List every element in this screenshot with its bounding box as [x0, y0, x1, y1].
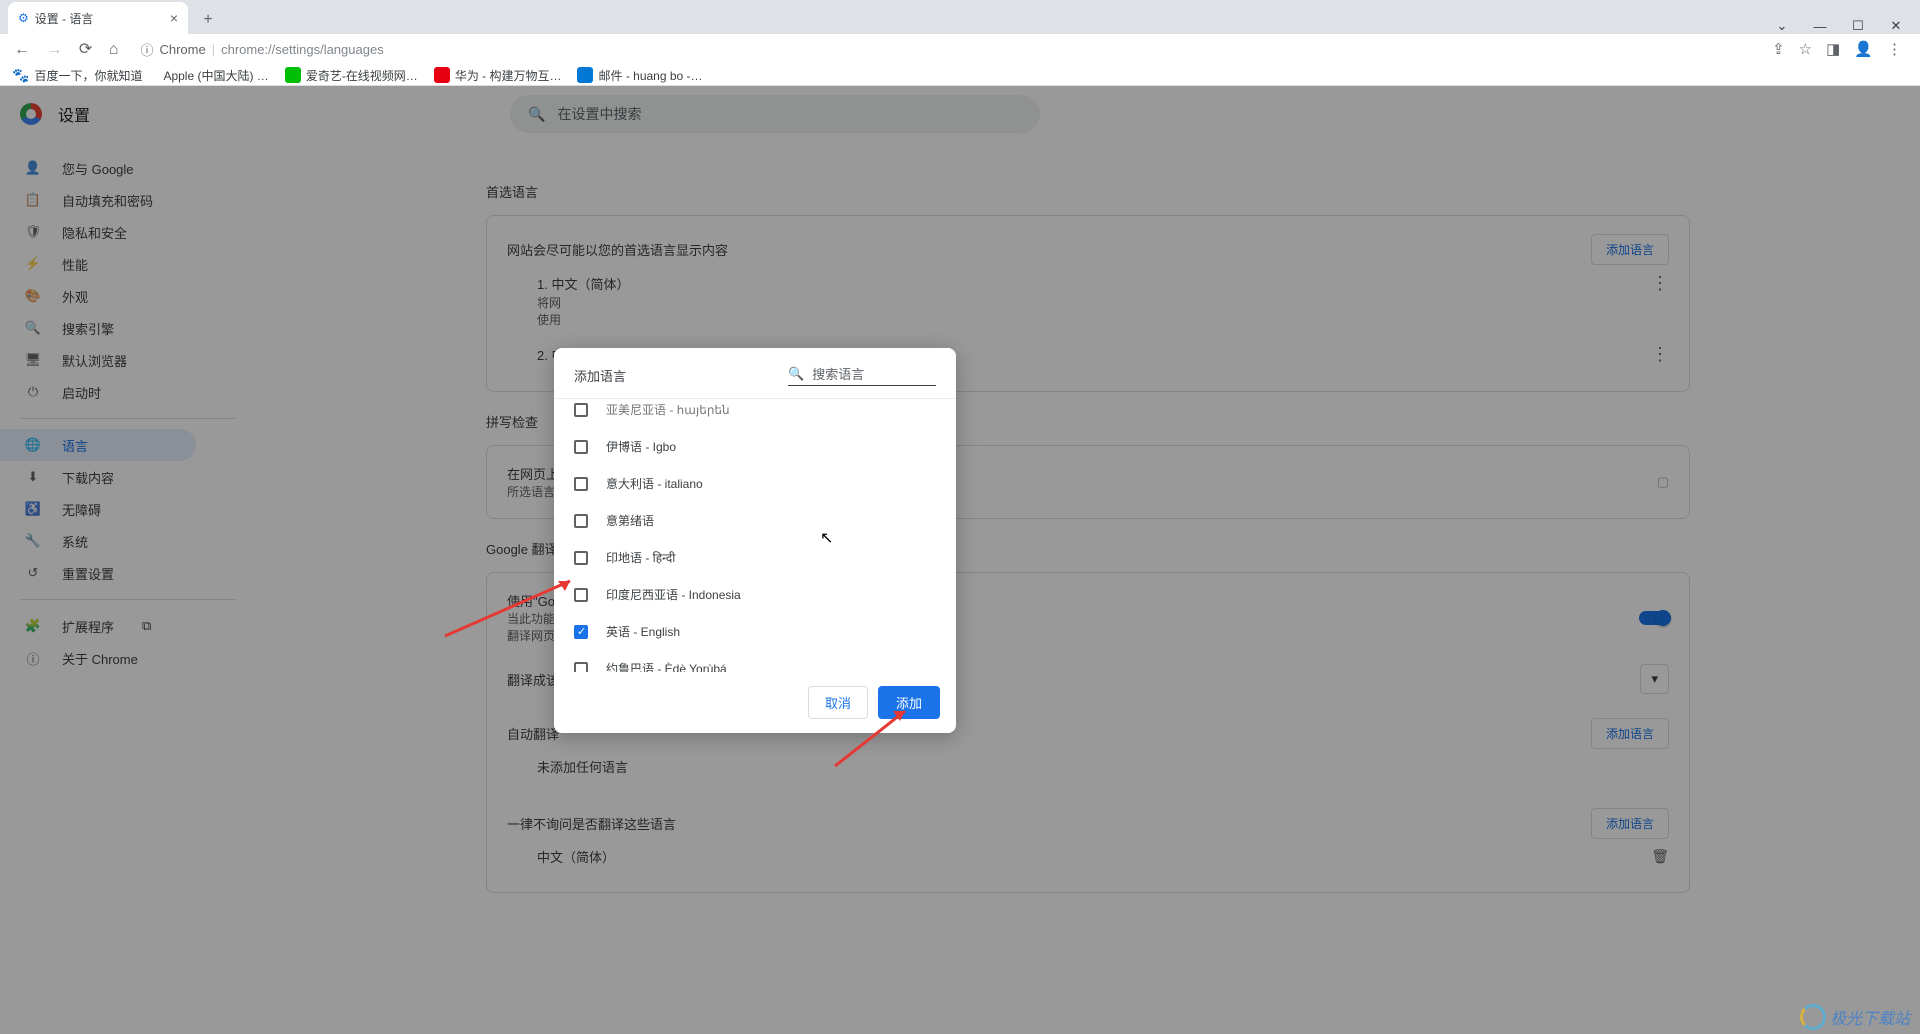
dropdown-icon[interactable]: ⌄: [1772, 18, 1792, 34]
watermark: 极光下载站: [1800, 1004, 1910, 1030]
browser-chrome: ⚙ 设置 - 语言 × + ⌄ — ☐ ✕ ← → ⟳ ⌂ ⓘ Chrome |…: [0, 0, 1920, 86]
checkbox[interactable]: [574, 514, 588, 528]
checkbox[interactable]: [574, 551, 588, 565]
checkbox[interactable]: [574, 477, 588, 491]
bookmarks-bar: 🐾百度一下，你就知道 Apple (中国大陆) … 爱奇艺-在线视频网… 华为 …: [0, 64, 1920, 86]
bookmark-star-icon[interactable]: ☆: [1799, 40, 1812, 58]
language-option-igbo[interactable]: 伊博语 - Igbo: [554, 428, 956, 465]
back-icon[interactable]: ←: [8, 41, 36, 58]
language-option-english[interactable]: 英语 - English: [554, 613, 956, 650]
address-bar[interactable]: ⓘ Chrome | chrome://settings/languages: [140, 40, 383, 59]
dialog-search-input[interactable]: 🔍 搜索语言: [788, 364, 936, 386]
url-scheme: Chrome: [159, 42, 205, 57]
dialog-header: 添加语言 🔍 搜索语言: [554, 348, 956, 398]
huawei-icon: [434, 67, 450, 83]
search-icon: 🔍: [788, 366, 804, 382]
share-icon[interactable]: ⇪: [1772, 40, 1785, 58]
dialog-footer: 取消 添加: [554, 672, 956, 733]
new-tab-button[interactable]: +: [194, 6, 222, 34]
home-icon[interactable]: ⌂: [103, 41, 125, 58]
profile-icon[interactable]: 👤: [1854, 40, 1873, 58]
close-window-icon[interactable]: ✕: [1886, 18, 1906, 34]
url-path: chrome://settings/languages: [221, 42, 384, 57]
checkbox[interactable]: [574, 588, 588, 602]
toolbar: ← → ⟳ ⌂ ⓘ Chrome | chrome://settings/lan…: [0, 34, 1920, 64]
reload-icon[interactable]: ⟳: [73, 41, 98, 58]
maximize-icon[interactable]: ☐: [1848, 18, 1868, 34]
checkbox-checked[interactable]: [574, 625, 588, 639]
checkbox[interactable]: [574, 662, 588, 673]
outlook-icon: [577, 67, 593, 83]
site-info-icon[interactable]: ⓘ: [140, 40, 153, 59]
modal-backdrop[interactable]: [0, 86, 1920, 1034]
bookmark-mail[interactable]: 邮件 - huang bo -…: [577, 67, 702, 84]
bookmark-apple[interactable]: Apple (中国大陆) …: [158, 67, 268, 84]
bookmark-iqiyi[interactable]: 爱奇艺-在线视频网…: [285, 67, 418, 84]
window-controls: ⌄ — ☐ ✕: [1772, 18, 1920, 34]
side-panel-icon[interactable]: ◨: [1826, 40, 1840, 58]
forward-icon[interactable]: →: [40, 41, 68, 58]
language-list[interactable]: 亚美尼亚语 - հայերեն 伊博语 - Igbo 意大利语 - italia…: [554, 398, 956, 672]
close-tab-icon[interactable]: ×: [170, 10, 178, 26]
checkbox[interactable]: [574, 440, 588, 454]
language-option-armenian[interactable]: 亚美尼亚语 - հայերեն: [554, 399, 956, 428]
language-option-indonesian[interactable]: 印度尼西亚语 - Indonesia: [554, 576, 956, 613]
language-option-yoruba[interactable]: 约鲁巴语 - Èdè Yorùbá: [554, 650, 956, 672]
tab-strip: ⚙ 设置 - 语言 × + ⌄ — ☐ ✕: [0, 0, 1920, 34]
paw-icon: 🐾: [12, 67, 29, 84]
language-option-hindi[interactable]: 印地语 - हिन्दी: [554, 539, 956, 576]
nav-icons: ← → ⟳ ⌂: [8, 39, 124, 59]
iqiyi-icon: [285, 67, 301, 83]
bookmark-huawei[interactable]: 华为 - 构建万物互…: [434, 67, 562, 84]
add-button[interactable]: 添加: [878, 686, 940, 719]
settings-page: 设置 🔍 在设置中搜索 👤您与 Google 📋自动填充和密码 🛡隐私和安全 ⚡…: [0, 86, 1920, 1034]
add-language-dialog: 添加语言 🔍 搜索语言 亚美尼亚语 - հայերեն 伊博语 - Igbo 意…: [554, 348, 956, 733]
minimize-icon[interactable]: —: [1810, 19, 1830, 34]
watermark-logo-icon: [1800, 1004, 1826, 1030]
gear-icon: ⚙: [18, 11, 29, 25]
toolbar-right: ⇪ ☆ ◨ 👤 ⋮: [1772, 40, 1912, 58]
cancel-button[interactable]: 取消: [808, 686, 868, 719]
search-placeholder: 搜索语言: [812, 364, 864, 383]
language-option-yiddish[interactable]: 意第绪语: [554, 502, 956, 539]
menu-icon[interactable]: ⋮: [1887, 40, 1902, 58]
language-option-italian[interactable]: 意大利语 - italiano: [554, 465, 956, 502]
tab-title: 设置 - 语言: [35, 10, 94, 27]
checkbox[interactable]: [574, 403, 588, 417]
bookmark-baidu[interactable]: 🐾百度一下，你就知道: [12, 67, 142, 84]
dialog-title: 添加语言: [574, 366, 626, 385]
browser-tab[interactable]: ⚙ 设置 - 语言 ×: [8, 2, 188, 34]
